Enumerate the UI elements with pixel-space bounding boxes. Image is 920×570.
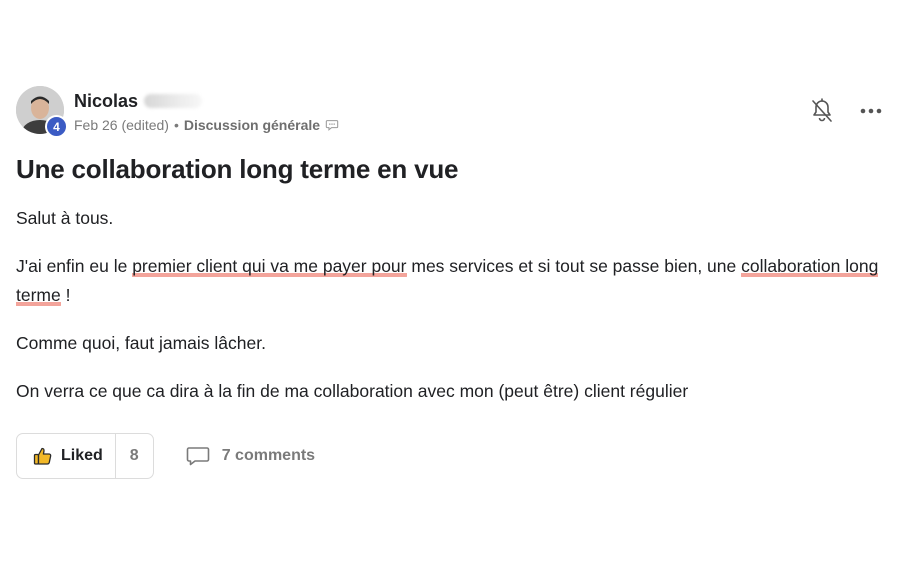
redacted-surname [144,94,203,108]
paragraph-4: On verra ce que ca dira à la fin de ma c… [16,381,689,401]
paragraph-2-start: J'ai enfin eu le [16,256,133,276]
post-category[interactable]: Discussion générale [184,117,320,133]
post-date[interactable]: Feb 26 (edited) [74,117,169,133]
post-subline: Feb 26 (edited) • Discussion générale [74,117,339,133]
comments-label: 7 comments [221,447,316,464]
like-control: Liked 8 [16,433,154,479]
author-name[interactable]: Nicolas [74,91,138,112]
paragraph-1: Salut à tous. [16,208,114,228]
bell-off-icon[interactable] [810,98,834,124]
author-avatar-wrapper[interactable]: 4 [16,86,68,138]
post-card: 4 Nicolas Feb 26 (edited) • Discussion g… [0,0,920,570]
speech-bubble-icon [325,120,339,131]
level-badge: 4 [45,115,68,138]
like-button[interactable]: Liked [17,434,116,478]
like-label: Liked [61,447,103,464]
like-count[interactable]: 8 [116,434,153,478]
comment-icon [186,447,210,466]
paragraph-2-middle: mes services et si tout se passe bien, u… [406,256,742,276]
author-row: Nicolas [74,89,339,113]
thumbs-up-icon [33,447,52,465]
post-meta: Nicolas Feb 26 (edited) • Discussion gén… [74,89,339,133]
meta-separator: • [173,117,179,133]
post-header: 4 Nicolas Feb 26 (edited) • Discussion g… [16,86,339,138]
post-actions [810,98,882,124]
post-title: Une collaboration long terme en vue [16,154,459,184]
paragraph-2-end: ! [60,285,71,305]
post-body: Salut à tous. J'ai enfin eu le premier c… [16,204,896,425]
comments-link[interactable]: 7 comments [186,446,315,466]
paragraph-3: Comme quoi, faut jamais lâcher. [16,333,266,353]
more-horizontal-icon[interactable] [860,108,882,114]
highlight-first-client: premier client qui va me payer pour [132,256,407,278]
post-footer: Liked 8 7 comments [16,433,315,479]
paragraph-2: J'ai enfin eu le premier client qui va m… [16,252,896,310]
